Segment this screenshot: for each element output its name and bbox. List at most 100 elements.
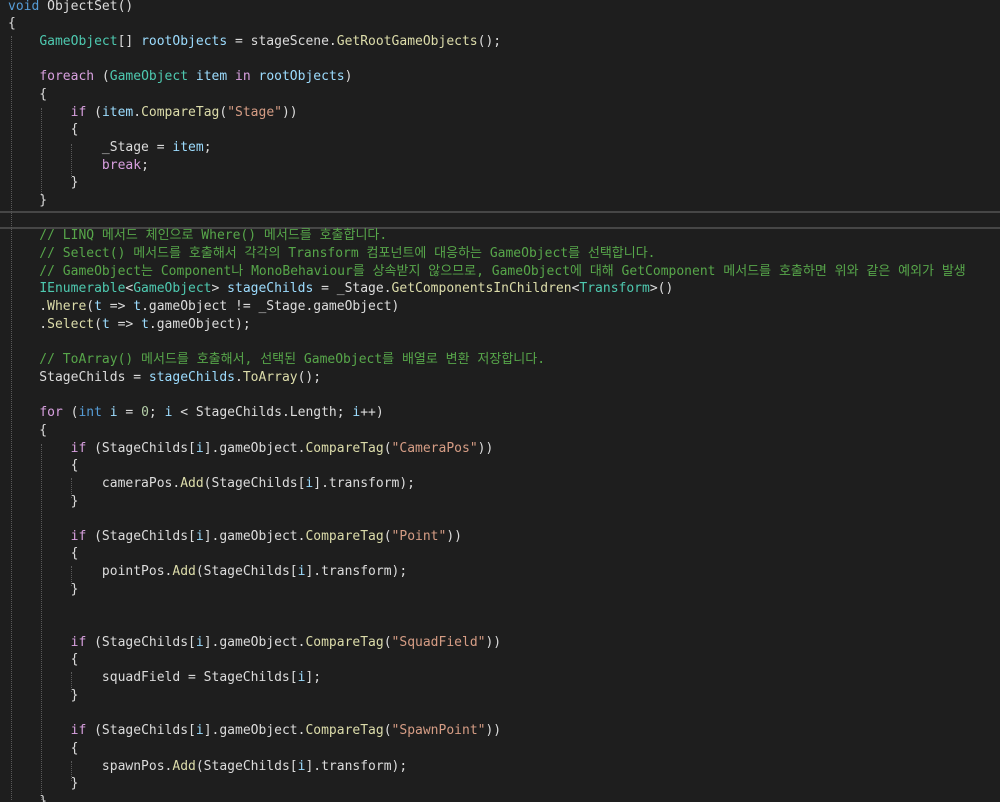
code-line[interactable]: }: [0, 581, 1000, 599]
code-line[interactable]: }: [0, 174, 1000, 192]
code-line[interactable]: IEnumerable<GameObject> stageChilds = _S…: [0, 280, 1000, 298]
code-token: _Stage =: [8, 140, 173, 155]
code-token: >: [211, 281, 228, 296]
code-line[interactable]: // LINQ 메서드 체인으로 Where() 메서드를 호출합니다.: [0, 227, 1000, 245]
code-line[interactable]: [0, 510, 1000, 528]
code-token: if: [70, 105, 87, 120]
code-token: t: [101, 317, 110, 332]
code-line[interactable]: cameraPos.Add(StageChilds[i].transform);: [0, 475, 1000, 493]
code-line-text: GameObject[] rootObjects = stageScene.Ge…: [8, 33, 501, 51]
code-line[interactable]: }: [0, 775, 1000, 793]
code-token: )): [485, 635, 502, 650]
code-line[interactable]: }: [0, 493, 1000, 511]
code-line[interactable]: }: [0, 192, 1000, 210]
code-token: "SquadField": [391, 635, 486, 650]
code-token: rootObjects: [258, 69, 345, 84]
code-token: Add: [180, 476, 204, 491]
code-line[interactable]: // Select() 메서드를 호출해서 각각의 Transform 컴포넌트…: [0, 245, 1000, 263]
code-line[interactable]: StageChilds = stageChilds.ToArray();: [0, 369, 1000, 387]
code-line[interactable]: [0, 704, 1000, 722]
code-line[interactable]: void ObjectSet(): [0, 0, 1000, 16]
code-line[interactable]: _Stage = item;: [0, 139, 1000, 157]
code-line[interactable]: // ToArray() 메서드를 호출해서, 선택된 GameObject를 …: [0, 351, 1000, 369]
code-token: GameObject: [109, 69, 189, 84]
code-token: < StageChilds.Length;: [172, 405, 353, 420]
code-line[interactable]: {: [0, 740, 1000, 758]
code-line[interactable]: foreach (GameObject item in rootObjects): [0, 68, 1000, 86]
code-line-text: }: [8, 581, 79, 599]
code-line[interactable]: if (StageChilds[i].gameObject.CompareTag…: [0, 634, 1000, 652]
code-line[interactable]: {: [0, 545, 1000, 563]
code-token: ].transform);: [313, 476, 415, 491]
code-line[interactable]: [0, 333, 1000, 351]
code-line[interactable]: {: [0, 86, 1000, 104]
code-token: =>: [101, 299, 134, 314]
code-line[interactable]: for (int i = 0; i < StageChilds.Length; …: [0, 404, 1000, 422]
code-line-text: }: [8, 775, 79, 793]
code-line[interactable]: if (StageChilds[i].gameObject.CompareTag…: [0, 722, 1000, 740]
code-line[interactable]: break;: [0, 157, 1000, 175]
code-line[interactable]: pointPos.Add(StageChilds[i].transform);: [0, 563, 1000, 581]
code-token: .: [8, 299, 48, 314]
code-token: ].transform);: [305, 759, 408, 774]
code-token: )): [477, 441, 494, 456]
code-token: }: [8, 494, 79, 509]
code-token: if: [70, 441, 87, 456]
code-line[interactable]: {: [0, 457, 1000, 475]
code-line[interactable]: spawnPos.Add(StageChilds[i].transform);: [0, 758, 1000, 776]
code-line[interactable]: [0, 616, 1000, 634]
code-token: =: [117, 405, 142, 420]
code-token: if: [70, 529, 87, 544]
code-line-text: {: [8, 651, 79, 669]
code-token: (: [86, 105, 102, 120]
code-line[interactable]: squadField = StageChilds[i];: [0, 669, 1000, 687]
code-line[interactable]: }: [0, 687, 1000, 705]
code-token: {: [8, 546, 79, 561]
code-line[interactable]: }: [0, 793, 1000, 802]
code-token: for: [39, 405, 63, 420]
code-token: .gameObject != _Stage.gameObject): [141, 299, 400, 314]
code-line[interactable]: [0, 598, 1000, 616]
code-line[interactable]: .Select(t => t.gameObject);: [0, 316, 1000, 334]
code-token: ToArray: [242, 370, 298, 385]
code-line-text: StageChilds = stageChilds.ToArray();: [8, 369, 321, 387]
code-editor[interactable]: void ObjectSet(){ GameObject[] rootObjec…: [0, 0, 1000, 802]
code-token: Add: [172, 564, 196, 579]
code-token: {: [8, 741, 79, 756]
code-line[interactable]: [0, 386, 1000, 404]
code-token: }: [8, 582, 79, 597]
code-token: Select: [47, 317, 95, 332]
code-line[interactable]: // GameObject는 Component나 MonoBehaviour를…: [0, 263, 1000, 281]
code-line[interactable]: if (item.CompareTag("Stage")): [0, 104, 1000, 122]
code-token: (: [383, 529, 392, 544]
code-line[interactable]: .Where(t => t.gameObject != _Stage.gameO…: [0, 298, 1000, 316]
code-line[interactable]: [0, 209, 1000, 227]
code-token: {: [8, 423, 48, 438]
code-line[interactable]: {: [0, 651, 1000, 669]
code-line[interactable]: GameObject[] rootObjects = stageScene.Ge…: [0, 33, 1000, 51]
code-token: ].gameObject.: [203, 723, 306, 738]
code-token: (StageChilds[: [195, 759, 298, 774]
code-line[interactable]: {: [0, 121, 1000, 139]
code-line[interactable]: {: [0, 422, 1000, 440]
code-line[interactable]: {: [0, 15, 1000, 33]
code-token: }: [8, 175, 79, 190]
code-line[interactable]: if (StageChilds[i].gameObject.CompareTag…: [0, 440, 1000, 458]
code-token: = stageScene.: [227, 34, 337, 49]
code-line[interactable]: [0, 50, 1000, 68]
code-token: spawnPos.: [8, 759, 173, 774]
code-line-text: {: [8, 86, 47, 104]
code-line[interactable]: if (StageChilds[i].gameObject.CompareTag…: [0, 528, 1000, 546]
code-line-text: for (int i = 0; i < StageChilds.Length; …: [8, 404, 383, 422]
code-token: {: [8, 87, 48, 102]
code-token: .: [8, 317, 48, 332]
code-line-text: {: [8, 121, 79, 139]
